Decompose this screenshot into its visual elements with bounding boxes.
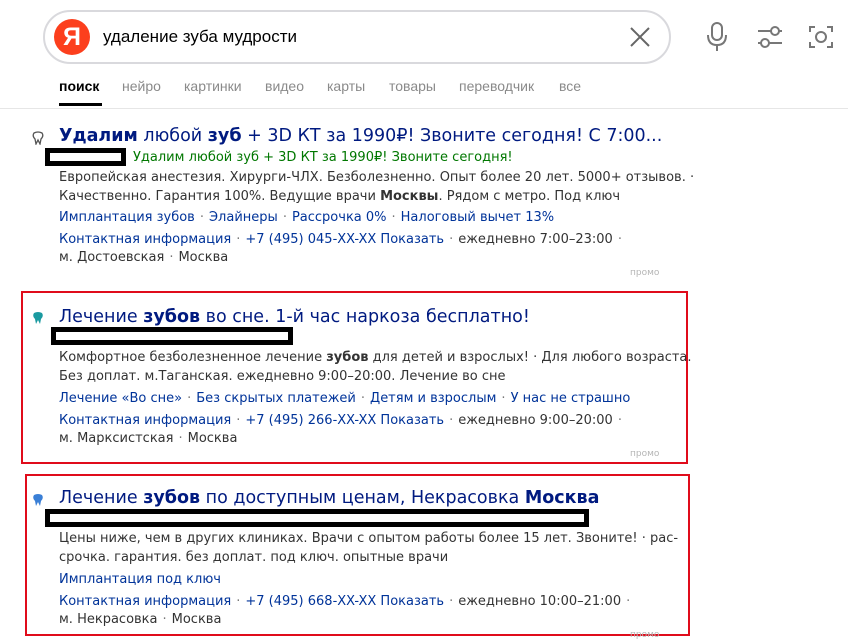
ad-description: срочка. гарантия. без доплат. под ключ. … [59, 550, 449, 565]
tab-translator[interactable]: переводчик [459, 78, 534, 94]
tooth-favicon [32, 492, 44, 506]
search-bar: Я [43, 10, 671, 64]
ad-title[interactable]: Лечение зубов по доступным ценам, Некрас… [59, 488, 599, 508]
ad-sitelinks: Лечение «Во сне» · Без скрытых платежей · Де… [59, 391, 631, 406]
tab-video[interactable]: видео [265, 78, 304, 94]
ad-title[interactable]: Удалим любой зуб + 3D КТ за 1990₽! Звони… [59, 126, 662, 146]
ad-description: Европейская анестезия. Хирурги-ЧЛХ. Безб… [59, 170, 695, 185]
sitelink[interactable]: Детям и взрослым [370, 391, 496, 406]
ad-sitelinks: Имплантация зубов · Элайнеры · Рассрочка 0% ·… [59, 210, 555, 225]
ad-contact: Контактная информация · +7 (495) 668-XX-XX… [59, 594, 631, 609]
phone-link[interactable]: +7 (495) 266-XX-XX Показать [245, 413, 444, 428]
tab-all[interactable]: все [559, 78, 581, 94]
contact-info-link[interactable]: Контактная информация [59, 413, 231, 428]
ad-location: м. Марксистская · Москва [59, 431, 238, 446]
sitelink[interactable]: У нас не страшно [511, 391, 631, 406]
redacted-url [45, 148, 126, 166]
tab-goods[interactable]: товары [389, 78, 436, 94]
phone-link[interactable]: +7 (495) 045-XX-XX Показать [245, 232, 444, 247]
ad-title[interactable]: Лечение зубов во сне. 1-й час наркоза бе… [59, 307, 530, 327]
sitelink[interactable]: Лечение «Во сне» [59, 391, 182, 406]
ad-description: Комфортное безболезненное лечение зубов … [59, 350, 692, 365]
ad-sitelinks: Имплантация под ключ [59, 572, 221, 587]
header-divider [0, 108, 848, 109]
sitelink[interactable]: Имплантация под ключ [59, 572, 221, 587]
contact-info-link[interactable]: Контактная информация [59, 232, 231, 247]
redacted-url [45, 509, 589, 527]
ad-contact: Контактная информация · +7 (495) 045-XX-XX… [59, 232, 622, 247]
tab-search[interactable]: поиск [59, 78, 99, 94]
tab-maps[interactable]: карты [327, 78, 365, 94]
promo-label: промо [630, 268, 660, 278]
microphone-icon[interactable] [704, 22, 732, 52]
filters-icon[interactable] [756, 22, 784, 52]
ad-location: м. Некрасовка · Москва [59, 612, 222, 627]
sitelink[interactable]: Без скрытых платежей [196, 391, 356, 406]
ad-contact: Контактная информация · +7 (495) 266-XX-XX… [59, 413, 622, 428]
clear-icon[interactable] [628, 25, 652, 49]
ad-description: Качественно. Гарантия 100%. Ведущие врач… [59, 189, 621, 204]
sitelink[interactable]: Рассрочка 0% [292, 210, 387, 225]
phone-link[interactable]: +7 (495) 668-XX-XX Показать [245, 594, 444, 609]
active-tab-indicator [59, 103, 102, 106]
promo-label: промо [630, 630, 660, 640]
search-input[interactable] [103, 12, 603, 62]
tab-neuro[interactable]: нейро [122, 78, 161, 94]
ad-description: Без доплат. м.Таганская. ежедневно 9:00–… [59, 369, 506, 384]
yandex-logo[interactable]: Я [54, 19, 90, 55]
tab-images[interactable]: картинки [184, 78, 242, 94]
promo-label: промо [630, 449, 660, 459]
sitelink[interactable]: Налоговый вычет 13% [401, 210, 555, 225]
tooth-favicon [32, 130, 44, 146]
ad-location: м. Достоевская · Москва [59, 250, 229, 265]
tooth-favicon [32, 310, 44, 324]
sitelink[interactable]: Имплантация зубов [59, 210, 195, 225]
contact-info-link[interactable]: Контактная информация [59, 594, 231, 609]
camera-search-icon[interactable] [807, 22, 835, 52]
ad-subtitle: Удалим любой зуб + 3D КТ за 1990₽! Звони… [133, 150, 513, 165]
redacted-url [51, 327, 293, 345]
ad-description: Цены ниже, чем в других клиниках. Врачи … [59, 531, 679, 546]
sitelink[interactable]: Элайнеры [209, 210, 278, 225]
